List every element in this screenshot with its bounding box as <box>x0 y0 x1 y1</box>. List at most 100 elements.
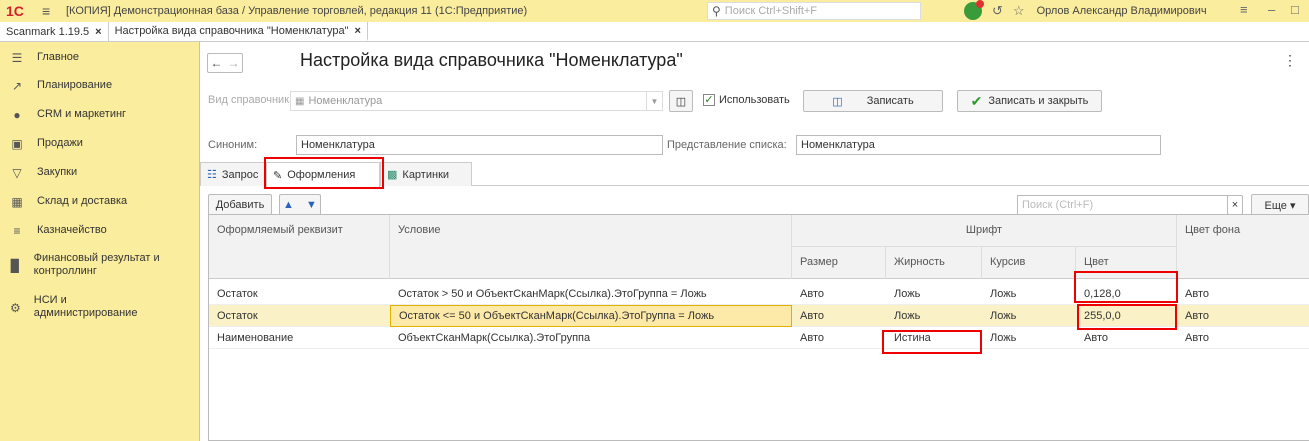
cell-color[interactable]: 0,128,0 <box>1076 283 1177 305</box>
title-bar: 1С ≡ [КОПИЯ] Демонстрационная база / Упр… <box>0 0 1309 22</box>
sidebar-item-label: Склад и доставка <box>37 195 128 207</box>
sidebar-item-sales[interactable]: ▣ Продажи <box>0 137 200 151</box>
checkmark-icon: ✔ <box>970 92 983 109</box>
cell-size[interactable]: Авто <box>792 283 886 305</box>
tab-query[interactable]: ☷ Запрос <box>200 162 266 186</box>
sidebar-item-planning[interactable]: ↗ Планирование <box>0 79 200 93</box>
table-row[interactable]: Остаток Остаток > 50 и ОбъектСканМарк(Сс… <box>209 283 1309 305</box>
columns-button[interactable]: ◫ <box>669 90 693 112</box>
warehouse-icon: ▦ <box>11 195 23 209</box>
sidebar-item-warehouse[interactable]: ▦ Склад и доставка <box>0 195 200 209</box>
cart-icon: ▽ <box>12 166 22 180</box>
menu-icon: ☰ <box>11 51 23 65</box>
list-repr-field[interactable]: Номенклатура <box>796 135 1161 155</box>
search-icon: ⚲ <box>712 4 721 18</box>
cell-attribute[interactable]: Остаток <box>209 283 390 305</box>
tab-appearance[interactable]: ✎ Оформления <box>266 162 380 187</box>
cell-attribute[interactable]: Наименование <box>209 327 390 349</box>
col-attribute-label: Оформляемый реквизит <box>217 224 343 236</box>
forward-arrow-icon[interactable]: → <box>228 56 240 70</box>
col-condition[interactable]: Условие <box>390 215 792 279</box>
cell-condition[interactable]: Остаток > 50 и ОбъектСканМарк(Ссылка).Эт… <box>390 283 792 305</box>
back-arrow-icon[interactable]: ← <box>211 56 223 70</box>
col-bg-color[interactable]: Цвет фона <box>1177 215 1309 279</box>
close-icon[interactable]: × <box>354 25 360 37</box>
chevron-down-icon[interactable]: ▼ <box>646 92 662 110</box>
kind-value: Номенклатура <box>308 95 383 107</box>
main-menu-icon[interactable]: ≡ <box>42 3 58 19</box>
cell-bg-color[interactable]: Авто <box>1177 283 1309 305</box>
sidebar-item-main[interactable]: ☰ Главное <box>0 51 200 65</box>
cell-bold[interactable]: Ложь <box>886 305 982 327</box>
kind-field[interactable]: ▦ Номенклатура ▼ <box>290 91 663 111</box>
maximize-icon[interactable]: □ <box>1291 2 1299 17</box>
cell-bg-color[interactable]: Авто <box>1177 327 1309 349</box>
col-condition-label: Условие <box>398 224 441 236</box>
table-row[interactable]: Наименование ОбъектСканМарк(Ссылка).ЭтоГ… <box>209 327 1309 349</box>
favorites-star-icon[interactable]: ☆ <box>1013 3 1025 19</box>
save-button[interactable]: ◫ Записать <box>803 90 943 112</box>
cell-size[interactable]: Авто <box>792 305 886 327</box>
sidebar-item-label: Казначейство <box>37 224 107 236</box>
planning-icon: ↗ <box>11 79 23 93</box>
close-icon[interactable]: × <box>95 26 101 38</box>
settings-menu-icon[interactable]: ≡ <box>1240 2 1248 17</box>
clear-search-button[interactable]: × <box>1227 195 1243 215</box>
crm-icon: ● <box>13 108 21 122</box>
cell-italic[interactable]: Ложь <box>982 283 1076 305</box>
tab-catalog-settings[interactable]: Настройка вида справочника "Номенклатура… <box>108 22 368 41</box>
treasury-icon: ≡ <box>13 224 21 238</box>
tab-scanmark[interactable]: Scanmark 1.19.5 × <box>0 22 109 41</box>
add-button[interactable]: Добавить <box>208 194 272 216</box>
appearance-table: Оформляемый реквизит Условие Шрифт Разме… <box>208 214 1309 441</box>
list-repr-label: Представление списка: <box>667 139 787 151</box>
col-bg-color-label: Цвет фона <box>1185 224 1241 236</box>
col-color[interactable]: Цвет <box>1076 247 1177 279</box>
cell-size[interactable]: Авто <box>792 327 886 349</box>
sidebar-item-finance[interactable]: ▉ Финансовый результат и контроллинг <box>0 252 180 278</box>
synonym-value: Номенклатура <box>301 139 375 151</box>
sidebar-item-treasury[interactable]: ≡ Казначейство <box>0 224 200 238</box>
use-checkbox[interactable]: ✓ Использовать <box>703 94 790 106</box>
minimize-icon[interactable]: – <box>1268 2 1275 17</box>
col-attribute[interactable]: Оформляемый реквизит <box>209 215 390 279</box>
col-size[interactable]: Размер <box>792 247 886 279</box>
close-icon: × <box>1231 199 1239 211</box>
global-search-input[interactable]: ⚲ Поиск Ctrl+Shift+F <box>707 2 921 20</box>
arrow-up-icon[interactable]: ▲ <box>283 199 294 211</box>
cell-italic[interactable]: Ложь <box>982 305 1076 327</box>
tab-scanmark-label: Scanmark 1.19.5 <box>6 25 90 38</box>
cell-color[interactable]: 255,0,0 <box>1076 305 1177 327</box>
user-name[interactable]: Орлов Александр Владимирович <box>1037 5 1207 17</box>
cell-color[interactable]: Авто <box>1076 327 1177 349</box>
tab-pictures[interactable]: ▩ Картинки <box>380 162 472 186</box>
cell-condition[interactable]: Остаток <= 50 и ОбъектСканМарк(Ссылка).Э… <box>390 305 792 327</box>
arrow-down-icon[interactable]: ▼ <box>306 199 317 211</box>
save-close-label: Записать и закрыть <box>988 95 1089 107</box>
table-search-input[interactable]: Поиск (Ctrl+F) <box>1017 195 1241 215</box>
sidebar-item-label: Финансовый результат и контроллинг <box>33 252 160 277</box>
app-title: [КОПИЯ] Демонстрационная база / Управлен… <box>66 5 528 17</box>
col-size-label: Размер <box>800 256 838 268</box>
col-bold[interactable]: Жирность <box>886 247 982 279</box>
notifications-icon[interactable] <box>964 0 984 20</box>
save-and-close-button[interactable]: ✔ Записать и закрыть <box>957 90 1102 112</box>
col-color-label: Цвет <box>1084 256 1109 268</box>
sidebar-item-admin[interactable]: ⚙ НСИ и администрирование <box>0 294 140 320</box>
sidebar-item-crm[interactable]: ● CRM и маркетинг <box>0 108 200 122</box>
cell-attribute[interactable]: Остаток <box>209 305 390 327</box>
col-italic[interactable]: Курсив <box>982 247 1076 279</box>
cell-condition[interactable]: ОбъектСканМарк(Ссылка).ЭтоГруппа <box>390 327 792 349</box>
cell-bold[interactable]: Истина <box>886 327 982 349</box>
query-icon: ☷ <box>207 169 217 181</box>
cell-bold[interactable]: Ложь <box>886 283 982 305</box>
kind-label: Вид справочника: <box>208 94 299 106</box>
more-button[interactable]: Еще ▾ <box>1251 194 1309 216</box>
cell-bg-color[interactable]: Авто <box>1177 305 1309 327</box>
more-vertical-icon[interactable]: ⋮ <box>1283 52 1297 69</box>
table-row[interactable]: Остаток Остаток <= 50 и ОбъектСканМарк(С… <box>209 305 1309 327</box>
synonym-field[interactable]: Номенклатура <box>296 135 663 155</box>
history-icon[interactable]: ↺ <box>992 3 1003 19</box>
cell-italic[interactable]: Ложь <box>982 327 1076 349</box>
sidebar-item-purchases[interactable]: ▽ Закупки <box>0 166 200 180</box>
